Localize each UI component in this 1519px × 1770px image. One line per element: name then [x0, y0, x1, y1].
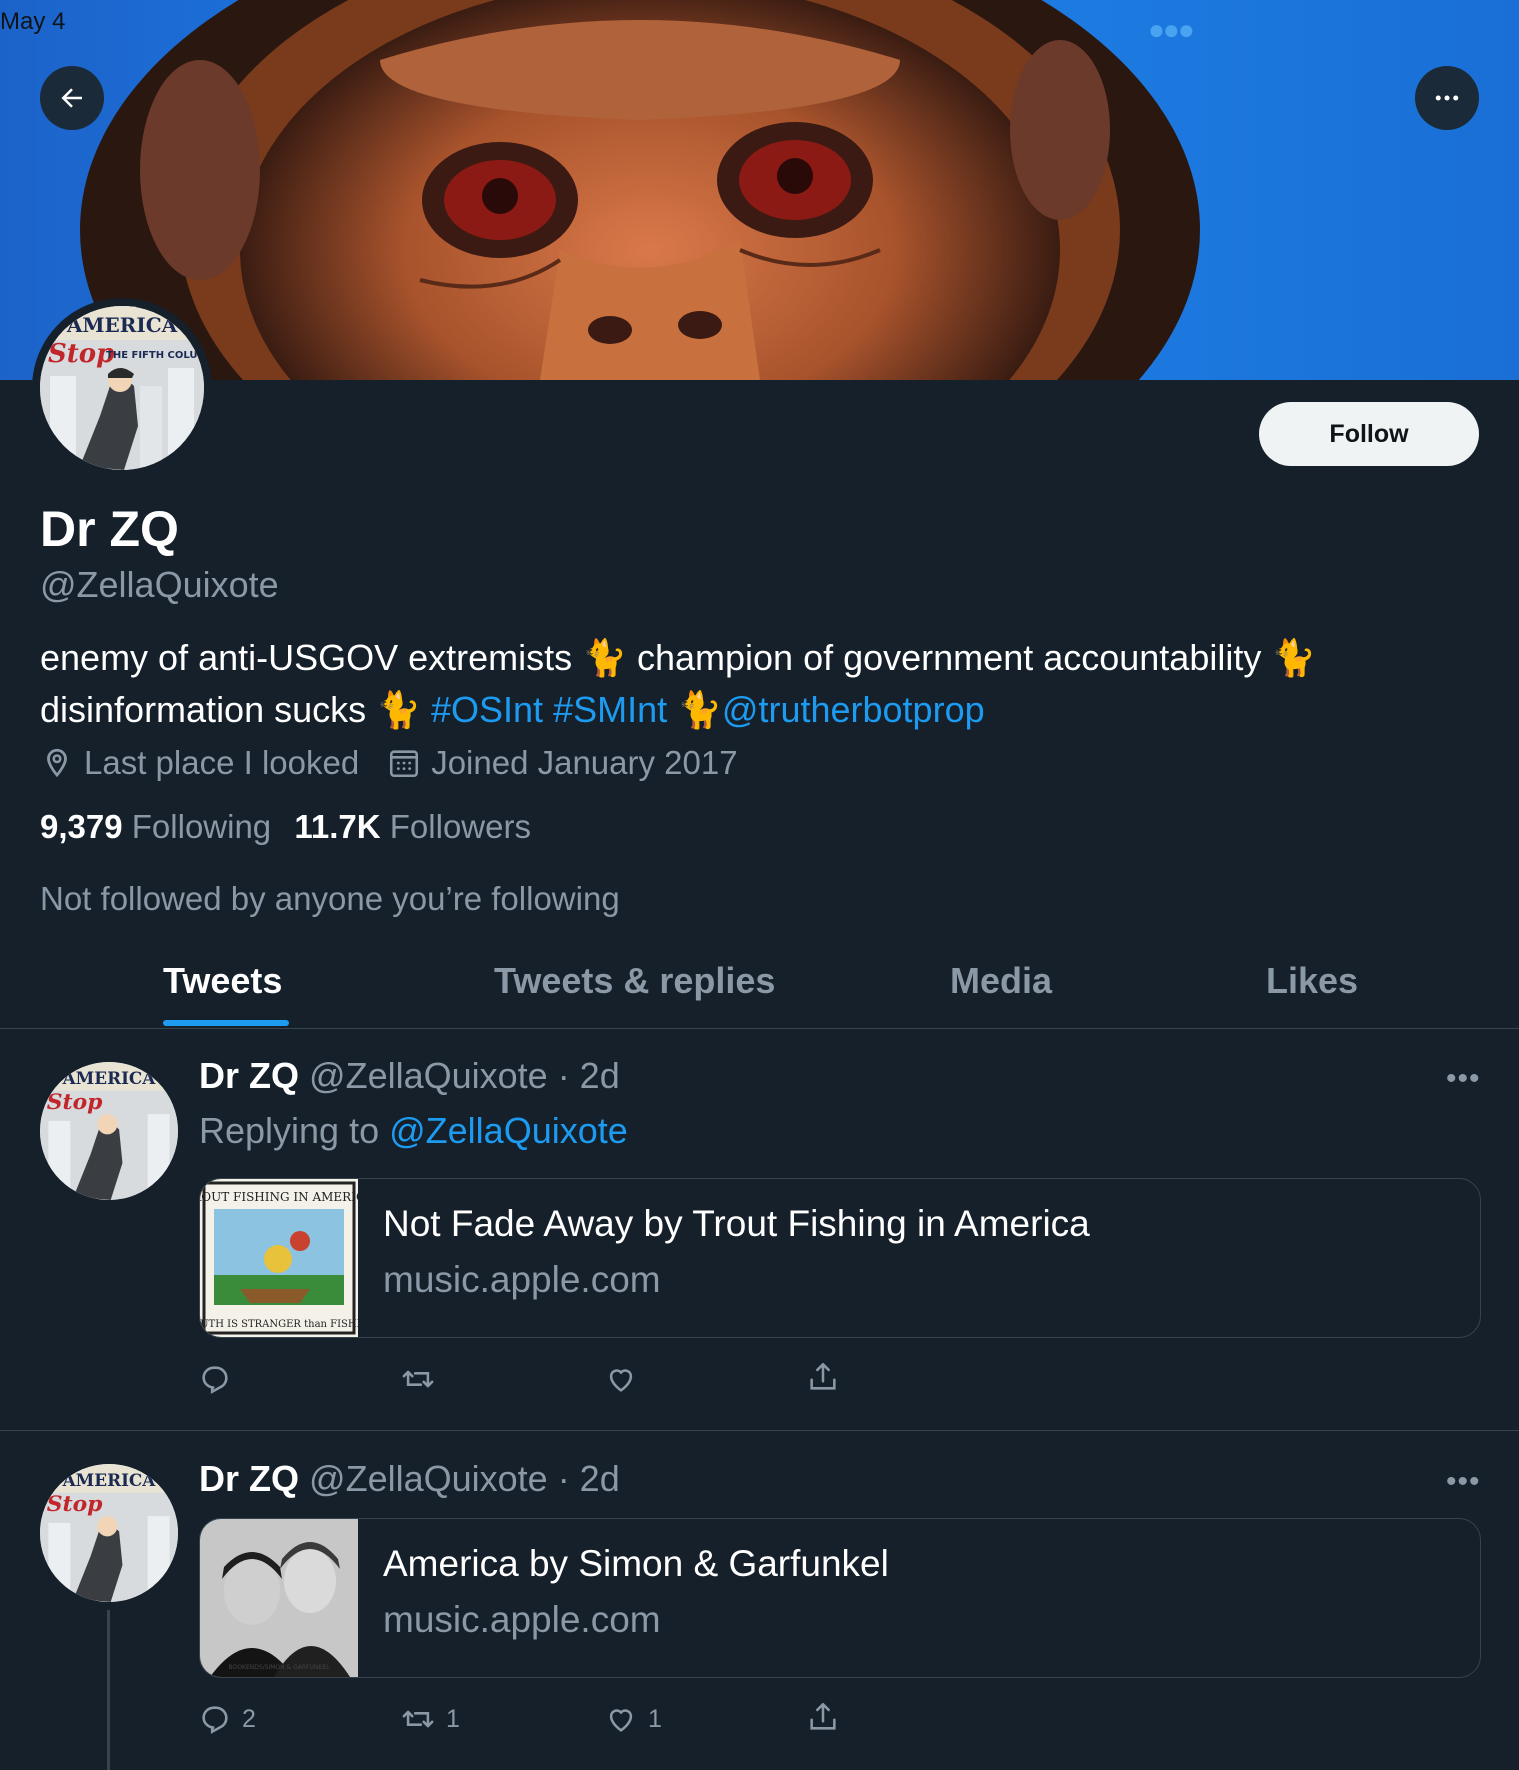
tweet-divider [0, 1430, 1519, 1431]
tab-media[interactable]: Media [950, 960, 1052, 1002]
reply-count: 2 [242, 1704, 256, 1733]
card-thumbnail: TROUT FISHING IN AMERICA TRUTH IS STRANG… [200, 1179, 358, 1337]
retweet-button[interactable]: 1 [400, 1702, 460, 1736]
card-title: America by Simon & Garfunkel [383, 1543, 889, 1584]
share-button[interactable] [806, 1360, 840, 1394]
location-icon [47, 748, 67, 778]
card-art-top: TROUT FISHING IN AMERICA [200, 1190, 358, 1204]
avatar-stop-text: Stop [47, 1089, 103, 1115]
bio-line-2: disinformation sucks 🐈 #OSInt #SMInt 🐈@t… [40, 684, 1480, 736]
tweet-avatar-image: AMERICA Stop [40, 1062, 178, 1200]
not-followed-text: Not followed by anyone you’re following [40, 880, 620, 917]
following-label: Following [131, 808, 272, 845]
avatar-stop-text: Stop [47, 1491, 103, 1517]
link-card[interactable]: TROUT FISHING IN AMERICA TRUTH IS STRANG… [199, 1178, 1481, 1338]
back-arrow-icon [61, 88, 82, 108]
thread-line [107, 1610, 110, 1770]
profile-avatar[interactable]: AMERICA Stop THE FIFTH COLUMN [32, 298, 212, 478]
reply-button[interactable] [198, 1362, 242, 1396]
share-icon [810, 1362, 836, 1390]
tab-tweets[interactable]: Tweets [163, 960, 282, 1002]
avatar-top-text: AMERICA [62, 1068, 157, 1088]
profile-stats: 9,379 Following 11.7K Followers [40, 808, 531, 846]
tweet-more-icon[interactable]: ••• [1446, 1465, 1481, 1499]
bio-text: disinformation sucks 🐈 [40, 689, 431, 730]
card-thumbnail: BOOKENDS/SIMON & GARFUNKEL [200, 1519, 358, 1677]
avatar-top-text: AMERICA [66, 313, 178, 337]
share-icon [810, 1702, 836, 1730]
more-icon [1435, 95, 1459, 101]
followers-link[interactable]: 11.7K Followers [294, 808, 531, 845]
card-art-bottom: TRUTH IS STRANGER than FISHIN' [200, 1319, 358, 1330]
share-button[interactable] [806, 1700, 840, 1734]
tweet-time[interactable]: · 2d [558, 1458, 620, 1499]
tweet-more-icon[interactable]: ••• [1446, 1062, 1481, 1096]
card-domain: music.apple.com [383, 1599, 661, 1640]
avatar-top-text: AMERICA [62, 1470, 157, 1490]
card-art-bottom: BOOKENDS/SIMON & GARFUNKEL [229, 1664, 331, 1671]
bio-mention-link[interactable]: @trutherbotprop [722, 689, 985, 730]
hashtag-osint[interactable]: #OSInt [431, 689, 543, 730]
following-count: 9,379 [40, 808, 123, 845]
calendar-icon [390, 750, 419, 778]
like-button[interactable]: 1 [604, 1702, 662, 1736]
followers-label: Followers [389, 808, 531, 845]
followers-count: 11.7K [294, 808, 381, 845]
tweet-avatar[interactable]: AMERICA Stop [40, 1062, 178, 1200]
avatar-stop-text: Stop [48, 339, 114, 369]
tweet-time[interactable]: · 2d [558, 1055, 620, 1096]
follow-button[interactable]: Follow [1259, 402, 1479, 466]
tweet-author-handle[interactable]: @ZellaQuixote [309, 1055, 548, 1096]
replying-to: Replying to @ZellaQuixote [199, 1110, 628, 1152]
back-button[interactable] [40, 66, 104, 130]
profile-handle: @ZellaQuixote [40, 564, 279, 605]
profile-banner[interactable]: May 4 ●●● [0, 0, 1519, 380]
like-button[interactable] [604, 1362, 648, 1396]
replying-to-link[interactable]: @ZellaQuixote [389, 1110, 628, 1151]
card-title: Not Fade Away by Trout Fishing in Americ… [383, 1203, 1090, 1244]
tweet-author-name[interactable]: Dr ZQ [199, 1055, 299, 1096]
card-domain: music.apple.com [383, 1259, 661, 1300]
tweet-author-name[interactable]: Dr ZQ [199, 1458, 299, 1499]
profile-tabs: Tweets Tweets & replies Media Likes [0, 940, 1519, 1029]
reply-button[interactable]: 2 [198, 1702, 256, 1736]
retweet-button[interactable] [400, 1362, 446, 1396]
tweet-avatar-image: AMERICA Stop [40, 1464, 178, 1602]
multitask-dots-icon[interactable]: ●●● [1148, 14, 1195, 46]
tab-likes[interactable]: Likes [1266, 960, 1358, 1002]
tweet-author-handle[interactable]: @ZellaQuixote [309, 1458, 548, 1499]
replying-label: Replying to [199, 1110, 380, 1151]
like-count: 1 [648, 1704, 662, 1733]
like-icon [609, 1709, 633, 1732]
reply-icon [202, 1706, 228, 1734]
avatar-sub-text: THE FIFTH COLUMN [106, 350, 204, 361]
bio-line-1: enemy of anti-USGOV extremists 🐈 champio… [40, 637, 1317, 678]
reply-icon [202, 1366, 228, 1394]
link-card[interactable]: BOOKENDS/SIMON & GARFUNKEL America by Si… [199, 1518, 1481, 1678]
retweet-icon [402, 1710, 434, 1728]
profile-meta: Last place I looked Joined January 2017 [40, 744, 738, 782]
tweet-header: Dr ZQ @ZellaQuixote · 2d [199, 1055, 620, 1097]
active-tab-indicator [163, 1020, 289, 1026]
following-link[interactable]: 9,379 Following [40, 808, 271, 845]
tweet-header: Dr ZQ @ZellaQuixote · 2d [199, 1458, 620, 1500]
like-icon [609, 1369, 633, 1392]
retweet-count: 1 [446, 1704, 460, 1733]
avatar-image: AMERICA Stop THE FIFTH COLUMN [40, 306, 204, 470]
status-time: May 4 [0, 8, 66, 35]
tab-tweets-replies[interactable]: Tweets & replies [494, 960, 775, 1002]
location-text: Last place I looked [84, 744, 360, 781]
hashtag-smint[interactable]: #SMInt [553, 689, 667, 730]
joined-text: Joined January 2017 [431, 744, 738, 781]
more-options-button[interactable] [1415, 66, 1479, 130]
bio-emoji: 🐈 [667, 689, 722, 730]
retweet-icon [402, 1370, 434, 1388]
profile-bio: enemy of anti-USGOV extremists 🐈 champio… [40, 632, 1480, 736]
tweet-avatar[interactable]: AMERICA Stop [40, 1464, 178, 1602]
banner-image [80, 0, 1200, 380]
profile-name: Dr ZQ [40, 501, 179, 557]
